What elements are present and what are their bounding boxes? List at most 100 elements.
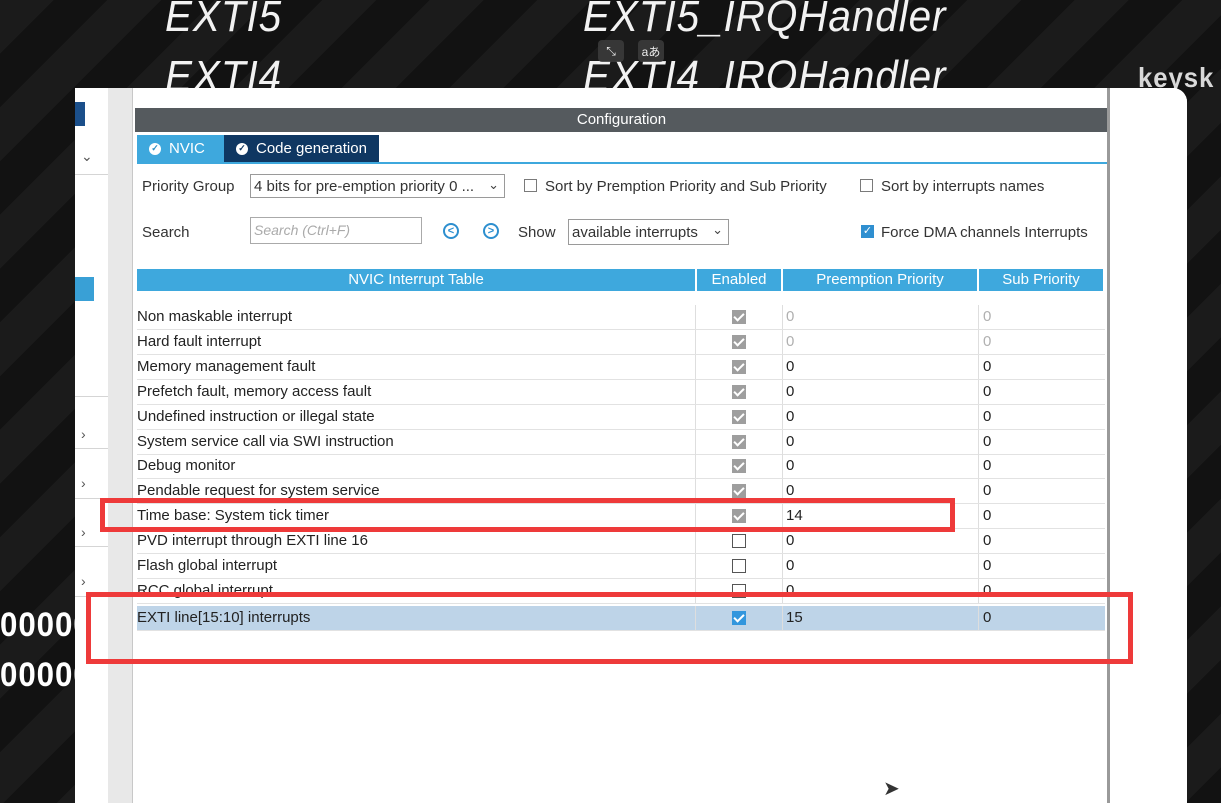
enabled-checkbox[interactable] [732, 310, 746, 324]
category-header-marker [75, 102, 85, 126]
check-circle-icon: ✓ [149, 142, 161, 155]
tab-code-generation[interactable]: ✓ Code generation [224, 135, 379, 162]
sub-priority-cell[interactable]: 0 [980, 305, 1102, 329]
enabled-cell [696, 404, 783, 429]
tab-nvic[interactable]: ✓ NVIC [137, 135, 224, 162]
interrupt-name: Undefined instruction or illegal state [137, 404, 696, 429]
chevron-down-icon[interactable]: ⌄ [81, 148, 93, 165]
search-input[interactable]: Search (Ctrl+F) [250, 217, 422, 244]
chevron-right-icon[interactable]: › [81, 573, 86, 589]
chevron-down-icon: ⌄ [712, 222, 723, 237]
enabled-checkbox[interactable] [732, 484, 746, 499]
show-label: Show [518, 224, 556, 241]
enabled-cell [696, 429, 783, 454]
sub-priority-cell[interactable]: 0 [980, 405, 1102, 429]
priority-group-value: 4 bits for pre-emption priority 0 ... [254, 177, 475, 195]
enabled-cell [696, 379, 783, 404]
table-row[interactable]: Prefetch fault, memory access fault 0 0 [137, 379, 1105, 405]
window-edge [1107, 88, 1110, 803]
interrupt-name: Prefetch fault, memory access fault [137, 379, 696, 404]
sub-priority-cell[interactable]: 0 [980, 479, 1102, 503]
preemption-priority-cell[interactable]: 0 [783, 305, 979, 329]
tab-bar: ✓ NVIC ✓ Code generation [137, 135, 379, 162]
table-row[interactable]: Hard fault interrupt 0 0 [137, 329, 1105, 355]
table-row[interactable]: PVD interrupt through EXTI line 16 0 0 [137, 529, 1105, 555]
chevron-right-icon[interactable]: › [81, 475, 86, 491]
enabled-cell [696, 529, 783, 554]
overlay-exti5-label: EXTI5 [165, 0, 283, 41]
table-row[interactable]: Debug monitor 0 0 [137, 454, 1105, 480]
enabled-cell [696, 554, 783, 578]
sort-names-label: Sort by interrupts names [881, 178, 1045, 195]
interrupt-name: Debug monitor [137, 454, 696, 479]
enabled-cell [696, 305, 783, 329]
sort-names-checkbox[interactable] [860, 179, 873, 192]
sub-priority-cell[interactable]: 0 [980, 330, 1102, 354]
preemption-priority-cell[interactable]: 0 [783, 404, 979, 429]
ide-window: ⌄ › › › › Configuration ✓ NVIC ✓ Code ge… [75, 88, 1187, 803]
sort-premption-checkbox[interactable] [524, 179, 537, 192]
sub-priority-cell[interactable]: 0 [980, 355, 1102, 379]
preemption-priority-cell[interactable]: 0 [783, 429, 979, 454]
enabled-checkbox[interactable] [732, 534, 746, 549]
player-controls: ⤡ aあ [598, 40, 664, 62]
highlight-exti-row [86, 592, 1133, 664]
show-select[interactable]: available interrupts ⌄ [568, 219, 729, 245]
sub-priority-cell[interactable]: 0 [980, 380, 1102, 404]
header-interrupt-table[interactable]: NVIC Interrupt Table [137, 269, 695, 291]
configuration-panel: Configuration ✓ NVIC ✓ Code generation P… [133, 88, 1187, 803]
priority-group-label: Priority Group [142, 178, 235, 195]
header-enabled[interactable]: Enabled [697, 269, 781, 291]
preemption-priority-cell[interactable]: 0 [783, 454, 979, 479]
divider [75, 546, 108, 547]
preemption-priority-cell[interactable]: 0 [783, 554, 979, 578]
enabled-checkbox[interactable] [732, 434, 746, 449]
sub-priority-cell[interactable]: 0 [980, 454, 1102, 478]
search-next-icon[interactable]: > [483, 223, 499, 239]
sort-premption-label: Sort by Premption Priority and Sub Prior… [545, 178, 827, 195]
interrupt-name: Non maskable interrupt [137, 305, 696, 329]
enabled-checkbox[interactable] [732, 459, 746, 474]
preemption-priority-cell[interactable]: 0 [783, 354, 979, 379]
interrupt-name: System service call via SWI instruction [137, 429, 696, 454]
enabled-cell [696, 329, 783, 354]
header-sub-priority[interactable]: Sub Priority [979, 269, 1103, 291]
sub-priority-cell[interactable]: 0 [980, 504, 1102, 528]
show-value: available interrupts [572, 223, 698, 241]
chevron-right-icon[interactable]: › [81, 524, 86, 540]
interrupt-name: Memory management fault [137, 354, 696, 379]
enabled-cell [696, 354, 783, 379]
table-row[interactable]: System service call via SWI instruction 0… [137, 429, 1105, 455]
exit-fullscreen-icon[interactable]: ⤡ [598, 40, 624, 62]
category-pane: ⌄ › › › › [75, 88, 109, 803]
sub-priority-cell[interactable]: 0 [980, 529, 1102, 553]
selected-category-item[interactable] [75, 277, 94, 301]
enabled-checkbox[interactable] [732, 409, 746, 424]
search-previous-icon[interactable]: < [443, 223, 459, 239]
sub-priority-cell[interactable]: 0 [980, 554, 1102, 578]
translate-icon[interactable]: aあ [638, 40, 664, 62]
chevron-right-icon[interactable]: › [81, 426, 86, 442]
mouse-cursor-icon: ➤ [883, 778, 900, 800]
highlight-systick-row [100, 498, 955, 532]
configuration-title: Configuration [135, 108, 1108, 132]
enabled-checkbox[interactable] [732, 384, 746, 399]
enabled-checkbox[interactable] [732, 334, 746, 349]
enabled-checkbox[interactable] [732, 359, 746, 374]
enabled-checkbox[interactable] [732, 559, 746, 573]
preemption-priority-cell[interactable]: 0 [783, 329, 979, 354]
table-row[interactable]: Flash global interrupt 0 0 [137, 554, 1105, 579]
sub-priority-cell[interactable]: 0 [980, 430, 1102, 454]
priority-group-select[interactable]: 4 bits for pre-emption priority 0 ... ⌄ [250, 174, 505, 198]
header-preemption-priority[interactable]: Preemption Priority [783, 269, 977, 291]
preemption-priority-cell[interactable]: 0 [783, 529, 979, 554]
table-row[interactable]: Non maskable interrupt 0 0 [137, 305, 1105, 330]
table-row[interactable]: Memory management fault 0 0 [137, 354, 1105, 380]
preemption-priority-cell[interactable]: 0 [783, 379, 979, 404]
interrupt-name: PVD interrupt through EXTI line 16 [137, 529, 696, 554]
splitter[interactable] [108, 88, 133, 803]
table-row[interactable]: Undefined instruction or illegal state 0 0 [137, 404, 1105, 430]
divider [75, 174, 108, 175]
force-dma-checkbox[interactable]: ✓ [861, 225, 874, 238]
divider [75, 448, 108, 449]
